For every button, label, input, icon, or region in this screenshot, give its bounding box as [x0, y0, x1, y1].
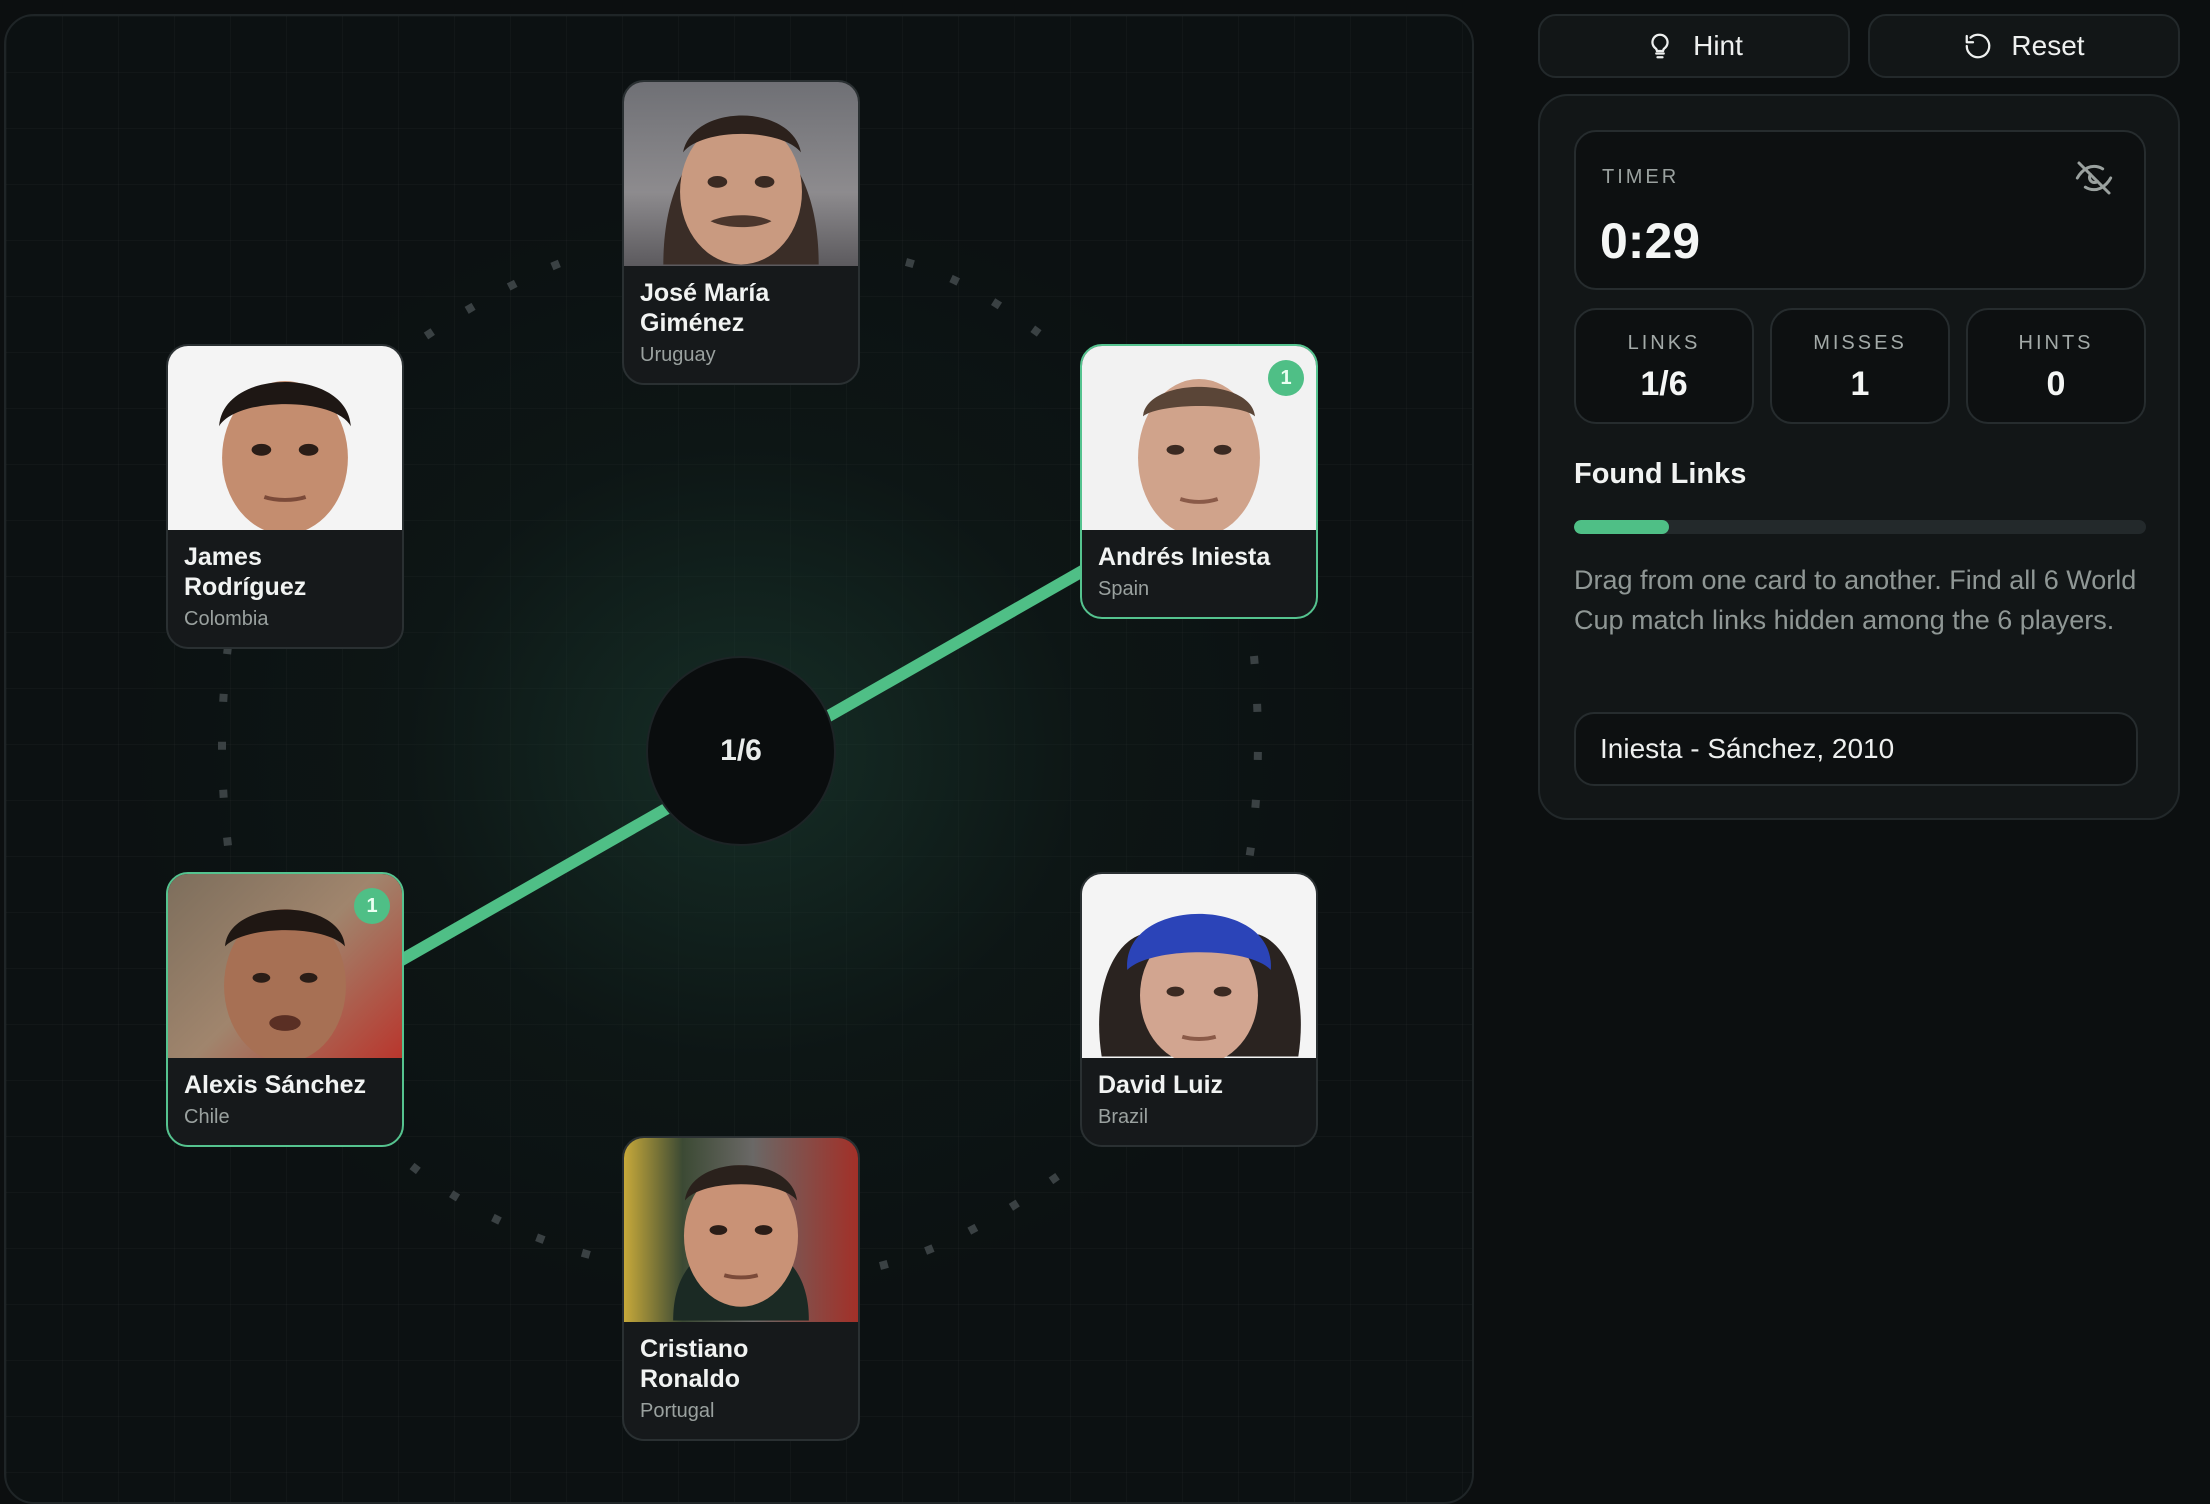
found-progress-fill: [1574, 520, 1670, 534]
player-name: Cristiano: [640, 1335, 749, 1363]
center-progress: 1/6: [646, 656, 836, 846]
stats-panel: TIMER 0:29 LINKS 1/6 MISSES 1 HINTS 0 Fo…: [1538, 94, 2180, 820]
player-photo: 1: [168, 874, 402, 1058]
found-count-badge: 1: [354, 888, 390, 924]
player-card-luiz[interactable]: David Luiz Brazil: [1080, 872, 1318, 1147]
stat-value: 1/6: [1640, 365, 1688, 403]
timer-label: TIMER: [1602, 166, 1680, 188]
timer-value: 0:29: [1600, 213, 1701, 269]
player-country: Colombia: [184, 608, 269, 630]
dotted-guide: [878, 1162, 1075, 1270]
player-photo: [624, 82, 858, 266]
reset-label: Reset: [2011, 30, 2085, 61]
hint-button[interactable]: Hint: [1538, 14, 1850, 78]
stat-links: LINKS 1/6: [1574, 308, 1754, 424]
player-name: Giménez: [640, 309, 745, 337]
face-portrait: [1099, 913, 1301, 1058]
player-country: Spain: [1098, 578, 1150, 600]
player-photo: 1: [1082, 346, 1316, 530]
stat-value: 0: [2046, 365, 2066, 403]
player-card-ronaldo[interactable]: Cristiano Ronaldo Portugal: [622, 1136, 860, 1441]
player-name: Andrés Iniesta: [1098, 543, 1271, 571]
found-count-badge: 1: [1268, 360, 1304, 396]
player-photo: [1082, 874, 1316, 1058]
dotted-guide: [904, 258, 1059, 350]
stat-value: 1: [1850, 365, 1870, 403]
player-card-gimenez[interactable]: José María Giménez Uruguay: [622, 80, 860, 385]
player-country: Portugal: [640, 1400, 715, 1422]
player-name: José María: [640, 279, 770, 307]
found-progress-bar: [1574, 520, 2146, 534]
face-portrait: [663, 115, 819, 265]
hint-label: Hint: [1693, 30, 1743, 61]
face-portrait: [219, 380, 351, 530]
player-name: Alexis Sánchez: [184, 1071, 367, 1099]
dotted-guide: [423, 250, 588, 340]
player-country: Chile: [184, 1106, 230, 1128]
timer-box: TIMER 0:29: [1574, 130, 2146, 290]
stat-misses: MISSES 1: [1770, 308, 1950, 424]
found-links-title: Found Links: [1574, 458, 1747, 490]
player-card-rodriguez[interactable]: James Rodríguez Colombia: [166, 344, 404, 649]
stat-hints: HINTS 0: [1966, 308, 2146, 424]
player-country: Brazil: [1098, 1106, 1149, 1128]
found-link-item: Iniesta - Sánchez, 2010: [1574, 712, 2138, 786]
player-country: Uruguay: [640, 344, 716, 366]
lightbulb-icon: [1651, 33, 1669, 59]
stat-label: MISSES: [1813, 332, 1907, 354]
stat-label: HINTS: [2018, 332, 2094, 354]
instructions-text: Drag from one card to another. Find all …: [1574, 565, 2137, 635]
player-name: David Luiz: [1098, 1071, 1224, 1099]
game-board: 1/6 José María Giménez Uruguay James Rod…: [4, 14, 1474, 1504]
player-name: Ronaldo: [640, 1365, 740, 1393]
dotted-guide: [218, 645, 232, 847]
dotted-guide: [409, 1162, 619, 1266]
player-photo: [624, 1138, 858, 1322]
dotted-guide: [1244, 655, 1262, 867]
player-name: James Rodríguez: [184, 543, 307, 601]
player-card-sanchez[interactable]: 1 Alexis Sánchez Chile: [166, 872, 404, 1147]
reset-button[interactable]: Reset: [1868, 14, 2180, 78]
player-photo: [168, 346, 402, 530]
eye-off-icon[interactable]: [2074, 158, 2114, 198]
face-portrait: [673, 1165, 809, 1321]
reset-icon: [1966, 33, 1991, 59]
player-card-iniesta[interactable]: 1 Andrés Iniesta Spain: [1080, 344, 1318, 619]
stat-label: LINKS: [1627, 332, 1701, 354]
